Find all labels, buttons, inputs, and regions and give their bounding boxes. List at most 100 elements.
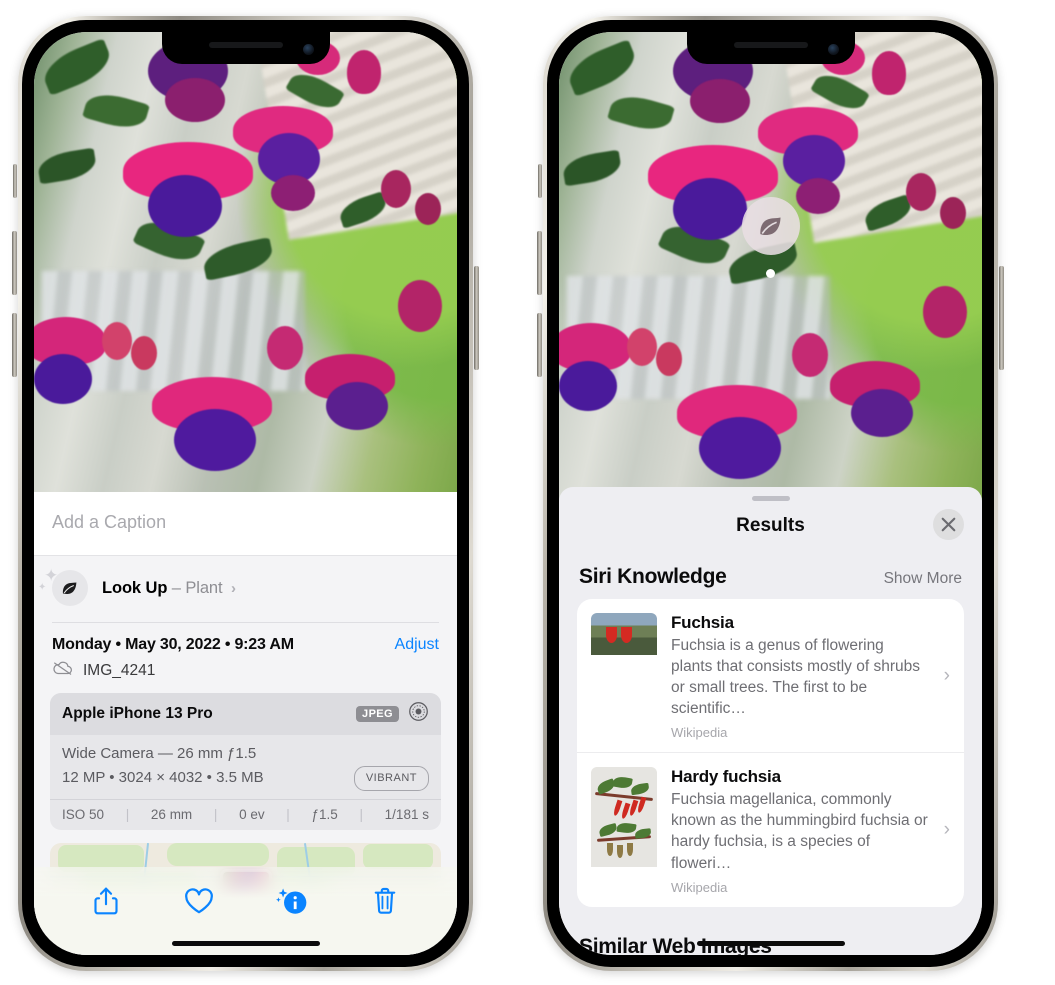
- photo-bloom: [165, 78, 226, 122]
- exif-shutter: 1/181 s: [384, 806, 429, 822]
- notch: [686, 32, 855, 64]
- exif-focal: 26 mm: [150, 806, 193, 822]
- silence-switch[interactable]: [13, 164, 17, 198]
- lens-line: Wide Camera — 26 mm ƒ1.5: [62, 745, 257, 762]
- chevron-right-icon: ›: [230, 579, 236, 597]
- exif-separator: |: [125, 806, 130, 822]
- photo-bloom: [325, 381, 388, 430]
- delete-button[interactable]: [363, 881, 407, 921]
- caption-input[interactable]: Add a Caption: [34, 492, 457, 556]
- specs-line: 12 MP • 3024 × 4032 • 3.5 MB: [62, 769, 264, 787]
- volume-up-button[interactable]: [537, 231, 542, 295]
- card-title: Fuchsia: [671, 613, 734, 632]
- photo-datetime: Monday • May 30, 2022 • 9:23 AM: [52, 636, 294, 653]
- results-title: Results: [736, 515, 805, 536]
- photo-bloom: [698, 417, 781, 480]
- specs-row: 12 MP • 3024 × 4032 • 3.5 MB VIBRANT: [62, 766, 429, 791]
- knowledge-card[interactable]: Fuchsia Fuchsia is a genus of flowering …: [577, 599, 964, 752]
- hardy-fuchsia-thumbnail: [591, 767, 657, 894]
- photo-bud: [905, 173, 936, 211]
- photo-bud: [266, 326, 303, 371]
- photo-bloom: [173, 409, 256, 472]
- siri-knowledge-cards: Fuchsia Fuchsia is a genus of flowering …: [577, 599, 964, 907]
- similar-web-images-header: Similar Web Images: [559, 907, 982, 955]
- show-more-button[interactable]: Show More: [884, 570, 962, 588]
- look-up-subject: Plant: [185, 578, 223, 597]
- knowledge-card[interactable]: Hardy fuchsia Fuchsia magellanica, commo…: [577, 752, 964, 906]
- volume-up-button[interactable]: [12, 231, 17, 295]
- share-button[interactable]: [84, 881, 128, 921]
- chevron-right-icon: ›: [943, 664, 950, 686]
- camera-device-name: Apple iPhone 13 Pro: [62, 705, 213, 722]
- exif-iso: ISO 50: [62, 806, 105, 822]
- silence-switch[interactable]: [538, 164, 542, 198]
- left-phone-device: Add a Caption ✦ ✦ Look Up – Plant › Mond…: [12, 16, 479, 971]
- photo-bud: [791, 332, 828, 377]
- look-up-label: Look Up – Plant ›: [102, 579, 236, 598]
- exif-body: Wide Camera — 26 mm ƒ1.5 12 MP • 3024 × …: [50, 735, 441, 799]
- filename-row: IMG_4241: [34, 656, 457, 693]
- visual-look-up-marker[interactable]: [741, 197, 800, 278]
- photo-bud: [626, 328, 657, 367]
- adjust-button[interactable]: Adjust: [395, 636, 439, 654]
- right-phone-bezel: Results Siri Knowledge Show More Fuchsia…: [547, 20, 994, 967]
- volume-down-button[interactable]: [12, 313, 17, 377]
- photo-bloom: [270, 174, 315, 211]
- look-up-separator: –: [171, 578, 181, 597]
- front-camera-icon: [827, 44, 839, 55]
- format-chip: JPEG: [356, 706, 399, 722]
- siri-knowledge-header: Siri Knowledge Show More: [559, 537, 982, 599]
- section-title: Siri Knowledge: [579, 565, 727, 588]
- photo-viewer[interactable]: [34, 32, 457, 492]
- right-phone-device: Results Siri Knowledge Show More Fuchsia…: [537, 16, 1004, 971]
- photographic-style-chip: VIBRANT: [353, 766, 429, 791]
- photo-bud: [414, 193, 441, 225]
- photo-bud: [101, 321, 132, 360]
- photo-bloom: [922, 285, 967, 338]
- sparkle-icon-small: ✦: [38, 582, 47, 593]
- screenshot-stage: Add a Caption ✦ ✦ Look Up – Plant › Mond…: [0, 0, 1055, 985]
- photo-bud: [872, 50, 907, 95]
- results-header: Results: [559, 501, 982, 540]
- chevron-right-icon: ›: [943, 818, 950, 840]
- look-up-title: Look Up: [102, 578, 168, 597]
- photo-bud: [939, 196, 966, 229]
- notch: [161, 32, 330, 64]
- close-icon[interactable]: [933, 509, 964, 540]
- icloud-slash-icon: [52, 660, 74, 681]
- leaf-icon: [52, 570, 88, 606]
- photo-bloom: [673, 177, 748, 240]
- card-description: Fuchsia magellanica, commonly known as t…: [671, 791, 928, 872]
- photo-bud: [380, 170, 411, 208]
- exif-header: Apple iPhone 13 Pro JPEG: [50, 693, 441, 735]
- card-title: Hardy fuchsia: [671, 767, 781, 787]
- earpiece-speaker: [208, 42, 283, 48]
- power-button[interactable]: [474, 266, 479, 370]
- card-source: Wikipedia: [671, 725, 728, 741]
- right-phone-screen: Results Siri Knowledge Show More Fuchsia…: [559, 32, 982, 955]
- photo-bloom: [559, 361, 617, 411]
- favorite-button[interactable]: [177, 881, 221, 921]
- info-button[interactable]: [270, 881, 314, 921]
- left-phone-bezel: Add a Caption ✦ ✦ Look Up – Plant › Mond…: [22, 20, 469, 967]
- exif-separator: |: [359, 806, 363, 822]
- exif-separator: |: [213, 806, 218, 822]
- home-indicator[interactable]: [171, 941, 320, 946]
- photo-bloom: [397, 280, 442, 333]
- power-button[interactable]: [999, 266, 1004, 370]
- photo-bloom: [690, 79, 751, 123]
- fuchsia-thumbnail: [591, 613, 657, 740]
- marker-anchor-dot: [766, 269, 775, 278]
- photo-bud: [131, 335, 158, 370]
- home-indicator[interactable]: [696, 941, 845, 946]
- exif-aperture: ƒ1.5: [311, 806, 338, 822]
- photo-bloom: [34, 354, 92, 404]
- exif-card: Apple iPhone 13 Pro JPEG Wide Camera — 2…: [50, 693, 441, 830]
- look-up-row[interactable]: ✦ ✦ Look Up – Plant ›: [34, 556, 457, 622]
- earpiece-speaker: [733, 42, 808, 48]
- volume-down-button[interactable]: [537, 313, 542, 377]
- card-description: Fuchsia is a genus of flowering plants t…: [671, 637, 920, 718]
- aperture-icon: [408, 701, 429, 727]
- photo-bud: [347, 50, 382, 95]
- exif-settings-row: ISO 50 | 26 mm | 0 ev | ƒ1.5 | 1/181 s: [50, 798, 441, 830]
